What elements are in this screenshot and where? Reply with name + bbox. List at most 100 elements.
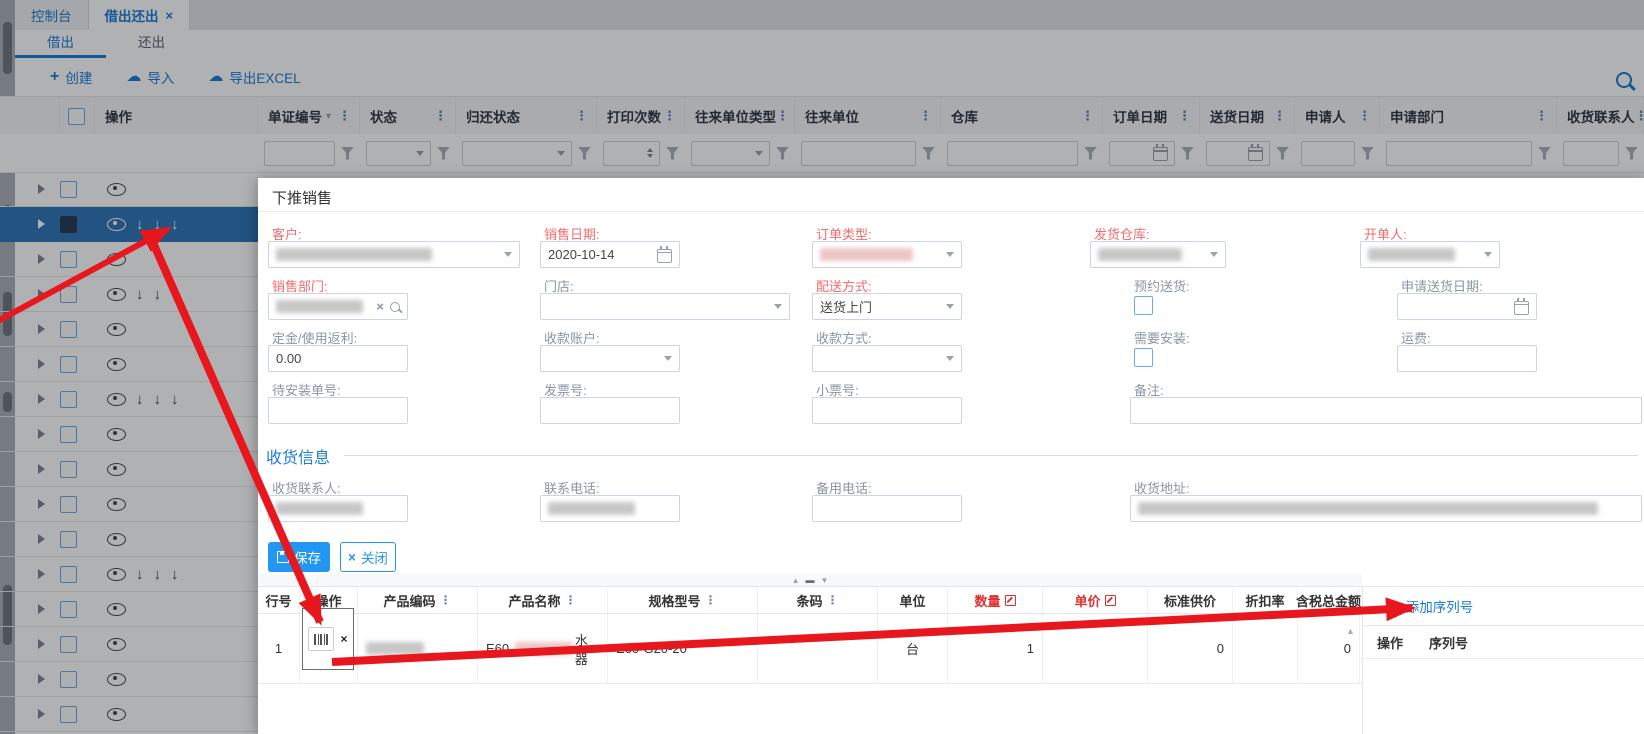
receive-address-input[interactable]	[1130, 495, 1642, 522]
barcode-button[interactable]	[308, 627, 334, 651]
blurred-value	[276, 248, 432, 261]
items-header-qty[interactable]: 数量	[948, 587, 1043, 613]
column-menu-icon[interactable]: ⋮	[440, 593, 452, 607]
pending-install-no-input[interactable]	[268, 397, 408, 424]
deposit-rebate-input[interactable]: 0.00	[268, 345, 408, 372]
plus-icon: +	[1391, 598, 1400, 615]
clear-icon[interactable]: ×	[376, 299, 384, 314]
items-header-discount: 折扣率	[1233, 587, 1298, 613]
items-column-label: 产品名称	[508, 591, 560, 610]
item-cell-price	[1043, 614, 1148, 683]
edit-icon[interactable]	[1005, 595, 1016, 606]
column-menu-icon[interactable]: ⋮	[565, 593, 577, 607]
freight-input[interactable]	[1397, 345, 1537, 372]
calendar-icon[interactable]	[657, 249, 672, 263]
item-cell-barcode	[758, 614, 878, 683]
field-label-need-install: 需要安装:	[1134, 328, 1190, 347]
delivery-method-value: 送货上门	[820, 297, 872, 316]
add-serial-button[interactable]: +添加序列号	[1363, 587, 1644, 626]
product-name-suffix: 水器	[575, 630, 599, 668]
items-column-label: 条码	[796, 591, 822, 610]
sale-date-input[interactable]: 2020-10-14	[540, 241, 680, 268]
store-select[interactable]	[540, 293, 790, 320]
blurred-value	[548, 502, 635, 515]
delete-row-icon[interactable]: ×	[340, 632, 347, 646]
item-cell-total: 0	[1298, 614, 1360, 683]
modal-title-divider	[258, 211, 1644, 212]
bill-creator-select[interactable]	[1360, 241, 1500, 268]
items-column-label: 操作	[315, 591, 341, 610]
items-column-label: 含税总金额	[1296, 591, 1361, 610]
dropdown-icon[interactable]	[504, 252, 512, 257]
delivery-method-select[interactable]: 送货上门	[812, 293, 962, 320]
dropdown-icon[interactable]	[946, 356, 954, 361]
items-column-label: 规格型号	[648, 591, 700, 610]
items-table-header: 行号操作产品编码⋮ 产品名称 ⋮ 规格型号 ⋮ 条码 ⋮ 单位 数量 单价 标准供价 折扣率含税总金额	[258, 586, 1362, 614]
magnifier-icon[interactable]	[390, 302, 400, 312]
dropdown-icon[interactable]	[1210, 252, 1218, 257]
item-cell-unit: 台	[878, 614, 948, 683]
section-title-receiving-info: 收货信息	[266, 444, 330, 468]
items-table-row: 1×E60-水器E60-G20-20台100	[258, 614, 1362, 684]
sales-dept-input[interactable]: ×	[268, 293, 408, 320]
receive-contact-input[interactable]	[268, 495, 408, 522]
blurred-product-code	[366, 642, 424, 655]
dropdown-icon[interactable]	[774, 304, 782, 309]
save-button[interactable]: 保存	[268, 542, 330, 572]
collapse-down-icon[interactable]: ▼	[821, 576, 829, 585]
scroll-up-icon[interactable]: ▲	[1346, 626, 1355, 636]
close-button[interactable]: ×关闭	[340, 542, 396, 572]
dropdown-icon[interactable]	[664, 356, 672, 361]
items-header-spec[interactable]: 规格型号 ⋮	[608, 587, 758, 613]
items-column-label: 折扣率	[1245, 591, 1284, 610]
items-column-label: 标准供价	[1164, 591, 1216, 610]
item-cell-lineno: 1	[258, 614, 300, 683]
items-header-total: 含税总金额	[1298, 587, 1360, 613]
dropdown-icon[interactable]	[946, 252, 954, 257]
panel-resize-control[interactable]: ▲ ▬ ▼	[258, 574, 1362, 586]
collection-account-select[interactable]	[540, 345, 680, 372]
items-column-label: 单价	[1074, 591, 1100, 610]
items-header-unit: 单位	[878, 587, 948, 613]
items-column-label: 单位	[899, 591, 925, 610]
need-install-checkbox[interactable]	[1134, 348, 1153, 367]
push-down-sale-modal: 下推销售 客户:销售日期:2020-10-14订单类型:发货仓库:开单人:销售部…	[258, 178, 1644, 734]
items-header-name[interactable]: 产品名称 ⋮	[478, 587, 608, 613]
items-column-label: 数量	[974, 591, 1000, 610]
item-cell-name: E60-水器	[478, 614, 608, 683]
resize-handle-icon[interactable]: ▬	[806, 575, 815, 585]
column-menu-icon[interactable]: ⋮	[827, 593, 839, 607]
blurred-product-name	[515, 642, 572, 655]
backup-phone-input[interactable]	[812, 495, 962, 522]
field-label-scheduled-delivery: 预约送货:	[1134, 276, 1190, 295]
remark-input[interactable]	[1130, 397, 1642, 424]
contact-phone-input[interactable]	[540, 495, 680, 522]
section-divider	[344, 455, 1638, 456]
scheduled-delivery-checkbox[interactable]	[1134, 296, 1153, 315]
item-cell-qty: 1	[948, 614, 1043, 683]
receipt-no-input[interactable]	[812, 397, 962, 424]
customer-select[interactable]	[268, 241, 520, 268]
collection-method-select[interactable]	[812, 345, 962, 372]
item-cell-spec: E60-G20-20	[608, 614, 758, 683]
collapse-up-icon[interactable]: ▲	[792, 576, 800, 585]
item-cell-std_price: 0	[1148, 614, 1233, 683]
serial-no-header: 序列号	[1429, 633, 1468, 652]
order-type-select[interactable]	[812, 241, 962, 268]
dropdown-icon[interactable]	[1484, 252, 1492, 257]
dropdown-icon[interactable]	[946, 304, 954, 309]
edit-icon[interactable]	[1105, 595, 1116, 606]
blurred-value	[276, 502, 363, 515]
calendar-icon[interactable]	[1514, 301, 1529, 315]
items-header-code[interactable]: 产品编码⋮	[358, 587, 478, 613]
items-header-lineno: 行号	[258, 587, 300, 613]
serial-table-header: 操作 序列号	[1363, 626, 1644, 659]
blurred-value	[276, 300, 363, 313]
items-header-price[interactable]: 单价	[1043, 587, 1148, 613]
invoice-no-input[interactable]	[540, 397, 680, 424]
column-menu-icon[interactable]: ⋮	[705, 593, 717, 607]
request-delivery-date-input[interactable]	[1397, 293, 1537, 320]
blurred-value	[1368, 248, 1455, 261]
ship-warehouse-select[interactable]	[1090, 241, 1226, 268]
items-header-barcode[interactable]: 条码 ⋮	[758, 587, 878, 613]
